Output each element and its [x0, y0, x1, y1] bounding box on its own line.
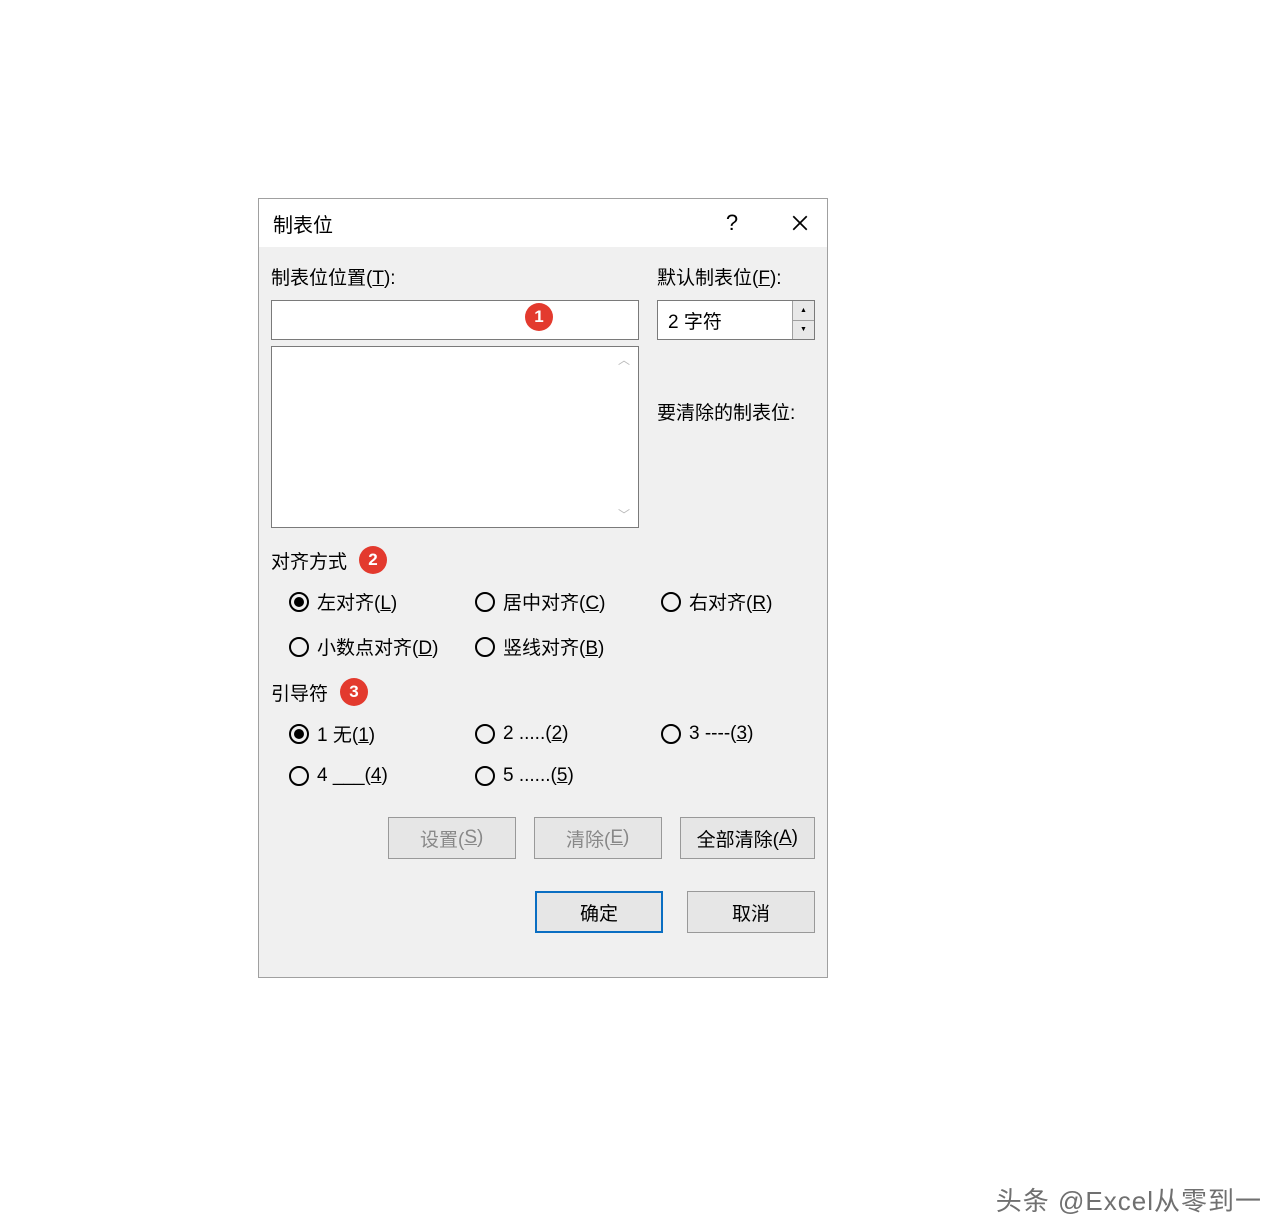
- radio-align-bar[interactable]: 竖线对齐(B): [475, 633, 661, 660]
- radio-align-decimal[interactable]: 小数点对齐(D): [289, 633, 475, 660]
- close-icon[interactable]: [785, 208, 815, 238]
- help-icon[interactable]: ?: [717, 208, 747, 238]
- badge-1: 1: [525, 303, 553, 331]
- scroll-up-icon[interactable]: ︿: [618, 351, 630, 368]
- spinner-down-icon[interactable]: ▼: [793, 321, 814, 340]
- clear-all-button[interactable]: 全部清除(A): [680, 817, 815, 859]
- watermark: 头条 @Excel从零到一: [996, 1181, 1262, 1218]
- radio-leader-4[interactable]: 4 ___(4): [289, 765, 475, 787]
- radio-align-left[interactable]: 左对齐(L): [289, 588, 475, 615]
- tab-position-label: 制表位位置(T):: [271, 263, 639, 290]
- set-button[interactable]: 设置(S): [388, 817, 516, 859]
- leader-options: 1 无(1) 2 .....(2) 3 ----(3) 4 ___(4) 5 .…: [271, 720, 815, 787]
- leader-section-label: 引导符 3: [271, 678, 815, 706]
- clear-tabs-label: 要清除的制表位:: [657, 398, 815, 425]
- scroll-down-icon[interactable]: ﹀: [618, 506, 630, 523]
- radio-leader-3[interactable]: 3 ----(3): [661, 720, 821, 747]
- ok-button[interactable]: 确定: [535, 891, 663, 933]
- default-tab-spinner[interactable]: 2 字符 ▲ ▼: [657, 300, 815, 340]
- radio-align-right[interactable]: 右对齐(R): [661, 588, 821, 615]
- clear-button[interactable]: 清除(E): [534, 817, 662, 859]
- cancel-button[interactable]: 取消: [687, 891, 815, 933]
- radio-leader-5[interactable]: 5 ......(5): [475, 765, 661, 787]
- dialog-body: 1 制表位位置(T): ︿ ﹀ 默认制表位(F): 2 字符: [259, 247, 827, 977]
- radio-align-center[interactable]: 居中对齐(C): [475, 588, 661, 615]
- alignment-options: 左对齐(L) 居中对齐(C) 右对齐(R) 小数点对齐(D) 竖线对齐(B): [271, 588, 815, 660]
- badge-3: 3: [340, 678, 368, 706]
- action-buttons: 设置(S) 清除(E) 全部清除(A): [271, 817, 815, 859]
- tab-position-listbox[interactable]: ︿ ﹀: [271, 346, 639, 528]
- badge-2: 2: [359, 546, 387, 574]
- default-tab-label: 默认制表位(F):: [657, 263, 815, 290]
- titlebar: 制表位 ?: [259, 199, 827, 247]
- dialog-title: 制表位: [273, 209, 333, 238]
- tab-position-input[interactable]: [271, 300, 639, 340]
- spinner-up-icon[interactable]: ▲: [793, 301, 814, 321]
- default-tab-value[interactable]: 2 字符: [658, 301, 792, 339]
- titlebar-controls: ?: [717, 208, 815, 238]
- radio-leader-1[interactable]: 1 无(1): [289, 720, 475, 747]
- listbox-scrollbar[interactable]: ︿ ﹀: [610, 347, 638, 527]
- tabs-dialog: 制表位 ? 1 制表位位置(T): ︿ ﹀ 默: [258, 198, 828, 978]
- alignment-section-label: 对齐方式 2: [271, 546, 815, 574]
- dialog-buttons: 确定 取消: [271, 891, 815, 933]
- radio-leader-2[interactable]: 2 .....(2): [475, 720, 661, 747]
